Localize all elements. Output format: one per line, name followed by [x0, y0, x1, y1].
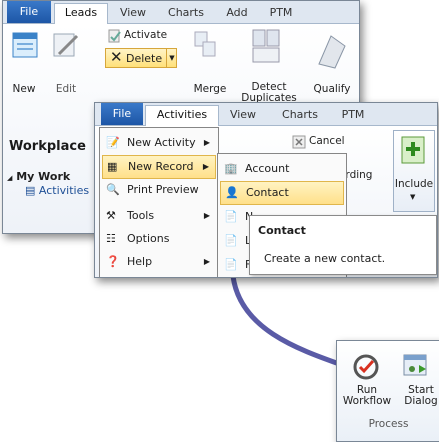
front-ribbon-window: File Activities View Charts PTM Cancel a…: [94, 102, 438, 278]
tools-icon: ⚒: [106, 209, 116, 222]
submenu-item-account[interactable]: 🏢 Account: [220, 158, 344, 180]
submenu-item-contact[interactable]: 👤 Contact: [220, 181, 344, 205]
detect-duplicates-icon[interactable]: [249, 28, 283, 68]
back-tab-charts[interactable]: Charts: [161, 4, 211, 23]
new-activity-icon: 📝: [106, 136, 120, 149]
help-icon: ❓: [106, 255, 120, 268]
record-icon: 📄: [224, 258, 238, 271]
front-tab-file[interactable]: File: [101, 103, 143, 125]
front-tab-activities[interactable]: Activities: [145, 105, 219, 127]
activate-icon[interactable]: [107, 28, 123, 44]
activate-button[interactable]: Activate: [124, 30, 167, 41]
merge-icon[interactable]: [191, 28, 221, 68]
tools-label: Tools: [127, 209, 155, 222]
dialog-label: Dialog: [404, 395, 438, 407]
back-tab-file[interactable]: File: [7, 1, 51, 23]
menu-item-help[interactable]: ❓ Help ▶: [102, 251, 216, 273]
contact-tooltip: Contact Create a new contact.: [249, 215, 437, 275]
record-icon: 📄: [224, 210, 238, 223]
cancel-button[interactable]: Cancel: [309, 136, 345, 147]
front-tab-view[interactable]: View: [221, 106, 265, 125]
new-activity-label: New Activity: [127, 136, 196, 149]
include-button-frame[interactable]: Include ▼: [393, 130, 435, 212]
process-group-label: Process: [368, 418, 409, 430]
help-label: Help: [127, 255, 153, 268]
my-work-label: My Work: [16, 170, 71, 183]
menu-item-new-record[interactable]: ▦ New Record ▶: [102, 155, 216, 179]
new-record-icon: ▦: [107, 160, 118, 173]
start-dialog-button[interactable]: Start Dialog: [395, 385, 439, 407]
nav-item-activities[interactable]: ▤ Activities: [25, 184, 89, 197]
help-submenu-arrow-icon: ▶: [203, 257, 210, 266]
front-tab-bar: File Activities View Charts PTM: [95, 103, 437, 127]
back-tab-add[interactable]: Add: [217, 4, 257, 23]
my-work-group[interactable]: ◢ My Work: [7, 170, 70, 183]
back-tab-view[interactable]: View: [109, 4, 157, 23]
options-icon: ☷: [106, 232, 116, 245]
tooltip-description: Create a new contact.: [264, 252, 386, 265]
tooltip-title: Contact: [258, 224, 306, 237]
new-button[interactable]: New: [8, 84, 40, 95]
workflow-label: Workflow: [342, 395, 392, 407]
activities-icon: ▤: [25, 184, 36, 197]
back-tab-ptm[interactable]: PTM: [261, 4, 301, 23]
detect-duplicates-button[interactable]: Detect Duplicates: [233, 82, 305, 104]
options-label: Options: [127, 232, 170, 245]
include-label: Include: [394, 178, 434, 190]
new-icon[interactable]: [11, 30, 41, 60]
collapse-triangle-icon: ◢: [7, 174, 13, 182]
front-tab-ptm[interactable]: PTM: [333, 106, 373, 125]
tools-submenu-arrow-icon: ▶: [203, 211, 210, 220]
back-tab-bar: File Leads View Charts Add PTM: [3, 1, 359, 25]
start-dialog-icon[interactable]: [401, 351, 431, 381]
include-icon: [401, 136, 425, 164]
account-icon: 🏢: [224, 162, 238, 175]
menu-item-tools[interactable]: ⚒ Tools ▶: [102, 205, 216, 227]
qualify-button[interactable]: Qualify: [309, 84, 355, 95]
qualify-icon[interactable]: [311, 28, 351, 72]
include-dropdown-arrow[interactable]: ▼: [410, 193, 415, 201]
edit-button[interactable]: Edit: [51, 84, 81, 95]
menu-item-options[interactable]: ☷ Options: [102, 228, 216, 250]
front-tab-charts[interactable]: Charts: [275, 106, 325, 125]
print-preview-label: Print Preview: [127, 183, 199, 196]
new-activity-submenu-arrow-icon: ▶: [203, 138, 210, 147]
file-menu: 📝 New Activity ▶ ▦ New Record ▶ 🔍 Print …: [99, 127, 219, 277]
contact-icon: 👤: [225, 186, 239, 199]
menu-item-new-activity[interactable]: 📝 New Activity ▶: [102, 132, 216, 154]
contact-label: Contact: [246, 186, 289, 199]
record-icon: 📄: [224, 234, 238, 247]
process-panel-window: Run Workflow Start Dialog Process: [336, 340, 439, 442]
delete-label: Delete: [126, 52, 163, 65]
cancel-icon[interactable]: [291, 134, 307, 150]
menu-item-print-preview[interactable]: 🔍 Print Preview: [102, 179, 216, 201]
delete-button[interactable]: ✕ Delete ▼: [105, 48, 177, 68]
activities-label: Activities: [38, 184, 90, 197]
account-label: Account: [245, 162, 290, 175]
merge-button[interactable]: Merge: [191, 84, 229, 95]
back-tab-leads[interactable]: Leads: [54, 3, 108, 25]
new-record-label: New Record: [128, 160, 194, 173]
new-record-submenu-arrow-icon: ▶: [202, 162, 209, 171]
workplace-heading: Workplace: [9, 139, 86, 154]
delete-icon: ✕: [110, 48, 123, 66]
run-workflow-button[interactable]: Run Workflow: [341, 385, 393, 407]
run-workflow-icon[interactable]: [351, 351, 381, 381]
edit-icon[interactable]: [51, 30, 81, 60]
print-preview-icon: 🔍: [106, 183, 120, 196]
delete-dropdown-arrow[interactable]: ▼: [166, 49, 177, 67]
